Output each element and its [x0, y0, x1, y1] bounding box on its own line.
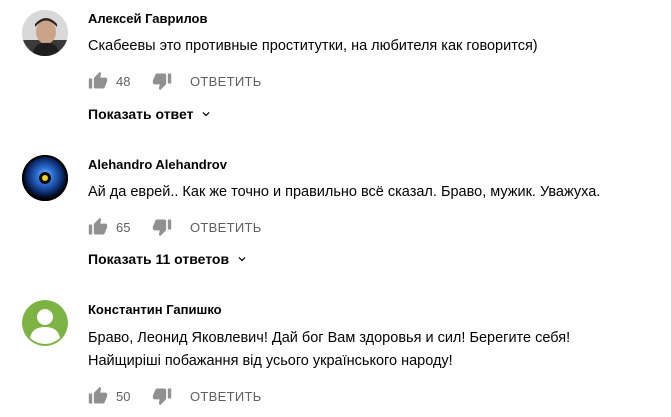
thumbs-up-icon[interactable] — [88, 386, 108, 406]
like-count: 50 — [116, 388, 131, 404]
default-user-avatar-icon — [22, 300, 68, 346]
avatar[interactable] — [22, 300, 68, 346]
avatar[interactable] — [22, 10, 68, 56]
reply-button[interactable]: ОТВЕТИТЬ — [190, 389, 262, 404]
comment-text: Скабеевы это противные проститутки, на л… — [88, 38, 538, 54]
avatar[interactable] — [22, 155, 68, 201]
comment-text: Ай да еврей.. Как же точно и правильно в… — [88, 184, 601, 200]
blue-orb-avatar-icon — [22, 155, 68, 201]
show-replies-button[interactable]: Показать ответ — [88, 106, 213, 122]
thumbs-down-icon[interactable] — [152, 386, 172, 406]
show-replies-label: Показать 11 ответов — [88, 251, 230, 267]
like-count: 65 — [116, 219, 131, 235]
show-replies-label: Показать ответ — [88, 106, 194, 122]
reply-button[interactable]: ОТВЕТИТЬ — [190, 220, 262, 235]
like-count: 48 — [116, 73, 131, 89]
reply-button[interactable]: ОТВЕТИТЬ — [190, 74, 262, 89]
show-replies-button[interactable]: Показать 11 ответов — [88, 251, 249, 267]
comment-actions: 50 ОТВЕТИТЬ — [88, 386, 262, 406]
comment-author[interactable]: Alehandro Alehandrov — [88, 157, 227, 172]
chevron-down-icon — [202, 112, 210, 117]
thumbs-down-icon[interactable] — [152, 71, 172, 91]
chevron-down-icon — [238, 257, 246, 262]
user-photo-icon — [22, 10, 68, 56]
thumbs-down-icon[interactable] — [152, 217, 172, 237]
comment-author[interactable]: Алексей Гаврилов — [88, 11, 207, 26]
comment-actions: 48 ОТВЕТИТЬ — [88, 71, 262, 91]
comment-actions: 65 ОТВЕТИТЬ — [88, 217, 262, 237]
comment-text: Найщиріші побажання від усього українськ… — [88, 353, 453, 369]
thumbs-up-icon[interactable] — [88, 71, 108, 91]
comment-text: Браво, Леонид Яковлевич! Дай бог Вам здо… — [88, 330, 571, 346]
thumbs-up-icon[interactable] — [88, 217, 108, 237]
comment-author[interactable]: Константин Гапишко — [88, 302, 222, 317]
